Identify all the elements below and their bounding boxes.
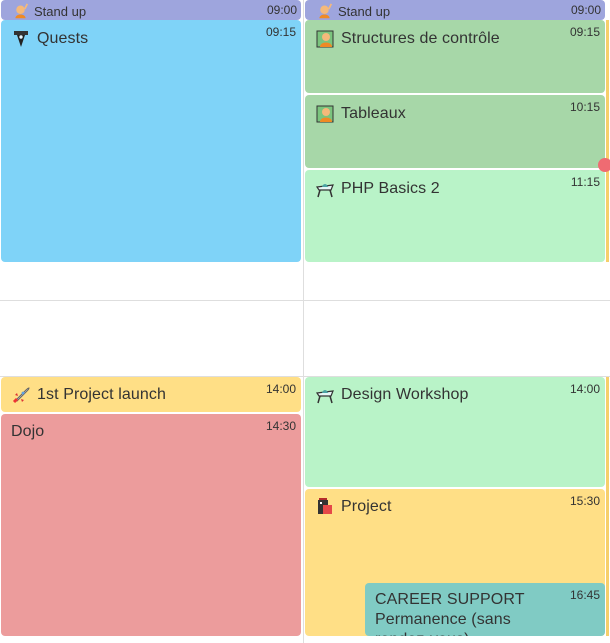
project-title: Project	[315, 497, 392, 517]
project-time: 15:30	[569, 494, 600, 508]
quests-event[interactable]: Quests 09:15	[1, 20, 301, 262]
dojo-time: 14:30	[265, 419, 296, 433]
structures-label: Structures de contrôle	[341, 30, 500, 47]
php-basics-title: PHP Basics 2	[315, 179, 440, 199]
person-raising-hand-icon	[319, 3, 333, 19]
standup-time: 09:00	[570, 3, 601, 17]
person-raising-hand-icon	[15, 3, 29, 19]
tableaux-time: 10:15	[569, 100, 600, 114]
php-basics-time: 11:15	[570, 175, 600, 189]
project-launch-label: 1st Project launch	[37, 386, 166, 403]
dojo-title: Dojo	[11, 422, 44, 442]
career-support-time: 16:45	[569, 588, 600, 602]
hour-divider	[0, 300, 610, 301]
career-support-event[interactable]: CAREER SUPPORT Permanence (sans rendez-v…	[365, 583, 605, 636]
structures-title: Structures de contrôle	[315, 29, 500, 49]
standup-title: Stand up	[316, 3, 390, 20]
workshop-icon	[315, 184, 334, 198]
quests-title: Quests	[11, 29, 88, 49]
php-basics-label: PHP Basics 2	[341, 180, 440, 197]
standup-event-day2[interactable]: Stand up 09:00	[305, 0, 605, 20]
standup-label: Stand up	[338, 3, 391, 19]
project-launch-title: 1st Project launch	[11, 385, 166, 405]
quest-totem-icon	[14, 31, 28, 47]
tableaux-label: Tableaux	[341, 105, 406, 122]
project-label: Project	[341, 498, 392, 515]
teacher-icon	[316, 30, 334, 48]
dojo-label: Dojo	[11, 423, 45, 440]
structures-time: 09:15	[569, 25, 600, 39]
overflow-stripe	[606, 20, 609, 262]
workshop-icon	[315, 390, 334, 404]
structures-event[interactable]: Structures de contrôle 09:15	[305, 20, 605, 93]
project-launch-event[interactable]: 1st Project launch 14:00	[1, 377, 301, 412]
quests-label: Quests	[37, 30, 89, 47]
standup-time: 09:00	[266, 3, 297, 17]
design-workshop-time: 14:00	[569, 382, 600, 396]
career-support-title: CAREER SUPPORT Permanence (sans rendez-v…	[375, 590, 545, 636]
rocket-icon	[12, 387, 30, 404]
overflow-stripe	[606, 377, 609, 636]
project-launch-time: 14:00	[265, 382, 296, 396]
career-support-label: CAREER SUPPORT Permanence (sans rendez-v…	[375, 591, 525, 636]
quests-time: 09:15	[265, 25, 296, 39]
tableaux-event[interactable]: Tableaux 10:15	[305, 95, 605, 168]
php-basics-event[interactable]: PHP Basics 2 11:15	[305, 170, 605, 262]
day-divider	[303, 0, 304, 643]
standup-label: Stand up	[34, 3, 87, 19]
teacher-icon	[316, 105, 334, 123]
design-workshop-title: Design Workshop	[315, 385, 468, 405]
calendar-view: Stand up 09:00 Quests 09:15 1st Project …	[0, 0, 610, 643]
design-workshop-event[interactable]: Design Workshop 14:00	[305, 377, 605, 487]
standup-title: Stand up	[12, 3, 86, 20]
tableaux-title: Tableaux	[315, 104, 406, 124]
current-time-marker	[598, 158, 610, 172]
dojo-event[interactable]: Dojo 14:30	[1, 414, 301, 636]
project-icon	[318, 498, 332, 514]
design-workshop-label: Design Workshop	[341, 386, 469, 403]
standup-event-day1[interactable]: Stand up 09:00	[1, 0, 301, 20]
